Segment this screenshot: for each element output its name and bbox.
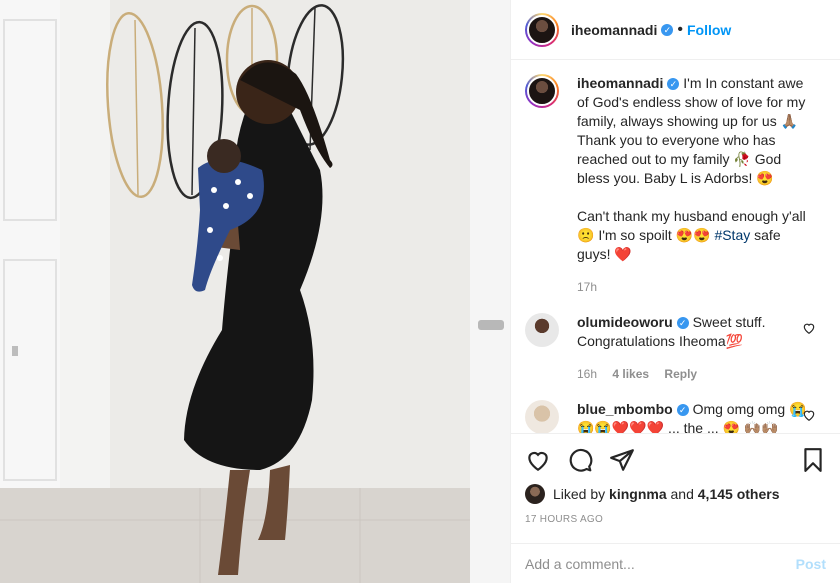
verified-icon: ✓ bbox=[661, 23, 674, 36]
caption-row: iheomannadi ✓ I'm In constant awe of God'… bbox=[525, 74, 826, 297]
comment-likes[interactable]: 4 likes bbox=[612, 367, 649, 381]
caption-body-1: I'm In constant awe of God's endless sho… bbox=[577, 75, 806, 186]
verified-icon: ✓ bbox=[676, 317, 689, 330]
likes-count[interactable]: 4,145 others bbox=[698, 486, 780, 502]
share-send-icon[interactable] bbox=[609, 447, 635, 473]
caption-text: iheomannadi ✓ I'm In constant awe of God'… bbox=[577, 74, 809, 264]
caption-meta: 17h bbox=[577, 278, 809, 297]
hashtag-link[interactable]: #Stay bbox=[714, 227, 750, 243]
post-photo[interactable] bbox=[0, 0, 510, 583]
comments-list[interactable]: iheomannadi ✓ I'm In constant awe of God'… bbox=[511, 60, 840, 433]
post-timestamp[interactable]: 17 HOURS AGO bbox=[511, 504, 840, 525]
author-username[interactable]: iheomannadi bbox=[571, 22, 657, 38]
commenter-username[interactable]: olumideoworu bbox=[577, 314, 673, 330]
comment-input[interactable]: Add a comment... bbox=[525, 556, 635, 572]
caption-username[interactable]: iheomannadi bbox=[577, 75, 663, 91]
caption-time[interactable]: 17h bbox=[577, 280, 597, 294]
comment-bubble-icon[interactable] bbox=[567, 447, 593, 473]
liker-avatar[interactable] bbox=[525, 484, 545, 504]
comment-row: olumideoworu ✓ Sweet stuff. Congratulatio… bbox=[525, 313, 826, 384]
liked-by-prefix: Liked by bbox=[553, 486, 606, 502]
comment-time[interactable]: 16h bbox=[577, 367, 597, 381]
photo-illustration bbox=[0, 0, 510, 583]
commenter-avatar[interactable] bbox=[525, 313, 559, 347]
separator-dot: • bbox=[677, 20, 683, 38]
comment-meta: 16h 4 likes Reply bbox=[577, 365, 809, 384]
author-avatar[interactable] bbox=[525, 12, 559, 47]
comment-row: blue_mbombo ✓ Omg omg omg 😭😭😭❤️❤️❤️ ... t… bbox=[525, 400, 826, 433]
like-comment-heart-icon[interactable] bbox=[802, 408, 816, 422]
caption-avatar[interactable] bbox=[525, 74, 559, 108]
liker-username[interactable]: kingnma bbox=[609, 486, 667, 502]
likes-summary: Liked by kingnma and 4,145 others bbox=[511, 474, 840, 504]
action-icons bbox=[511, 434, 840, 474]
bookmark-icon[interactable] bbox=[800, 447, 826, 473]
commenter-avatar[interactable] bbox=[525, 400, 559, 433]
commenter-username[interactable]: blue_mbombo bbox=[577, 401, 673, 417]
post-header: iheomannadi ✓ • Follow bbox=[511, 0, 840, 60]
add-comment-bar: Add a comment... Post bbox=[511, 543, 840, 583]
reply-button[interactable]: Reply bbox=[664, 367, 697, 381]
follow-button[interactable]: Follow bbox=[687, 22, 731, 38]
verified-icon: ✓ bbox=[667, 78, 680, 91]
likes-and: and bbox=[670, 486, 694, 502]
like-comment-heart-icon[interactable] bbox=[802, 321, 816, 335]
verified-icon: ✓ bbox=[676, 404, 689, 417]
like-heart-icon[interactable] bbox=[525, 447, 551, 473]
post-comment-button[interactable]: Post bbox=[796, 556, 826, 572]
post-side-panel: iheomannadi ✓ • Follow iheomannadi ✓ I'm … bbox=[510, 0, 840, 583]
